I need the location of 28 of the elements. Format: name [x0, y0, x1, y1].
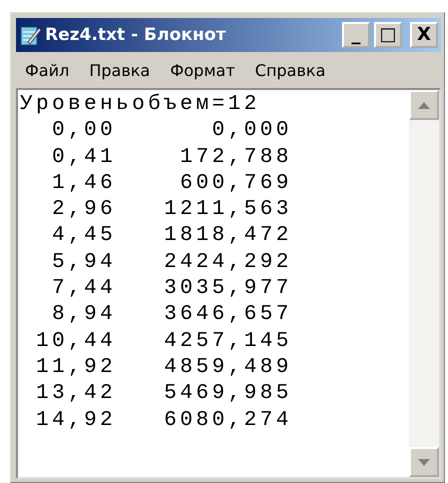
up-arrow-icon — [418, 102, 430, 108]
scroll-down-button[interactable] — [409, 447, 439, 477]
notepad-icon — [19, 24, 41, 46]
menu-item[interactable]: Формат — [167, 58, 238, 82]
maximize-button[interactable]: □ — [374, 22, 402, 48]
text-line: 4,45 1818,472 — [51, 223, 294, 250]
text-line: 10,44 4257,145 — [35, 328, 294, 355]
text-line: 0,41 172,788 — [51, 144, 294, 171]
menu-item[interactable]: Файл — [22, 58, 72, 82]
text-line: 11,92 4859,489 — [35, 354, 294, 381]
text-line: 14,92 6080,274 — [35, 408, 294, 434]
text-area[interactable]: Уровеньобъем=12 0,00 0,000 0,41 172,788 1,46 600,769 2,96 1211,563 4,45 1818,472 5,94 2424,292 7,44 3035,977 8,94 3646,657 10,44 4257,145 11,92 4859,489 13,42 5469,985 14,92 6080,274 — [16, 88, 441, 479]
scroll-up-button[interactable] — [409, 90, 439, 120]
text-line: 2,96 1211,563 — [51, 197, 294, 224]
close-button[interactable]: X — [410, 22, 438, 48]
text-line: 5,94 2424,292 — [51, 250, 294, 276]
text-line: 13,42 5469,985 — [35, 381, 294, 408]
scrollbar[interactable] — [409, 90, 439, 477]
down-arrow-icon — [418, 458, 430, 466]
text-line: 8,94 3646,657 — [51, 302, 294, 328]
text-line: Уровеньобъем=12 — [20, 92, 262, 118]
menu-item[interactable]: Правка — [86, 58, 154, 82]
menu-item[interactable]: Справка — [252, 58, 329, 82]
text-line: 1,46 600,769 — [51, 170, 294, 197]
minimize-button[interactable]: _ — [342, 22, 370, 48]
text-line: 7,44 3035,977 — [51, 276, 294, 302]
text-line: 0,00 0,000 — [51, 118, 294, 144]
window-title: Rez4.txt - Блокнот — [45, 25, 227, 45]
